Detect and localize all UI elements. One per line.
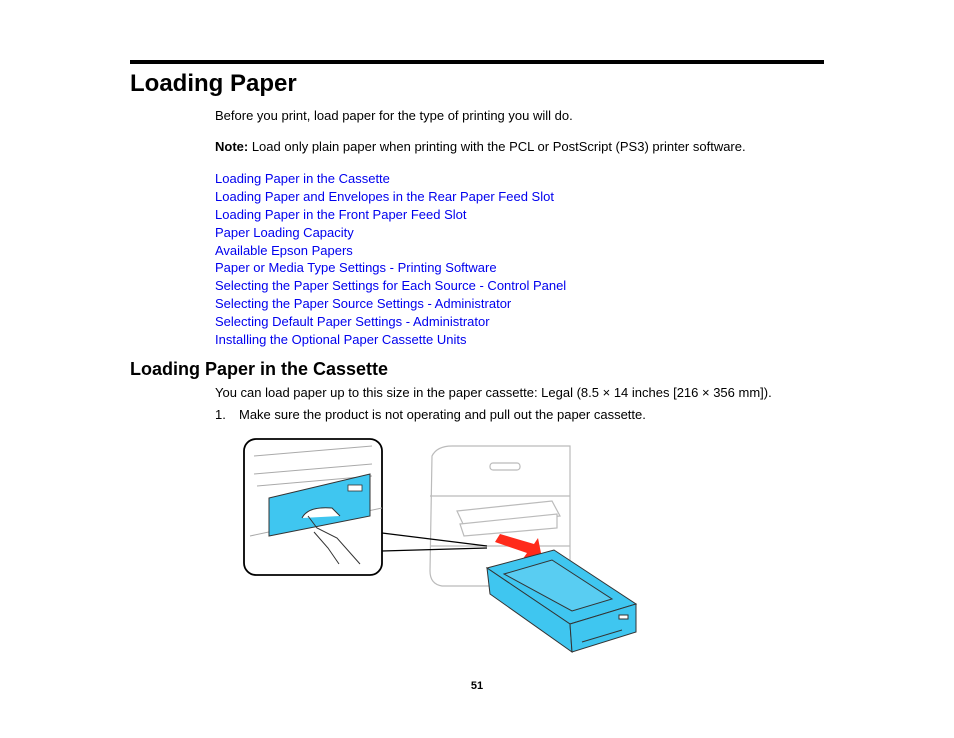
topic-links: Loading Paper in the Cassette Loading Pa… [215,170,566,349]
topic-link-item: Selecting the Paper Settings for Each So… [215,277,566,295]
topic-link-item: Available Epson Papers [215,242,566,260]
note-text: Load only plain paper when printing with… [248,139,746,154]
link-available-epson-papers[interactable]: Available Epson Papers [215,243,353,258]
step-1: 1. Make sure the product is not operating… [215,407,646,422]
link-default-paper-settings-admin[interactable]: Selecting Default Paper Settings - Admin… [215,314,490,329]
link-front-paper-feed-slot[interactable]: Loading Paper in the Front Paper Feed Sl… [215,207,467,222]
note-label: Note: [215,139,249,154]
link-optional-cassette-units[interactable]: Installing the Optional Paper Cassette U… [215,332,466,347]
topic-link-item: Selecting the Paper Source Settings - Ad… [215,295,566,313]
topic-link-item: Paper or Media Type Settings - Printing … [215,259,566,277]
link-paper-loading-capacity[interactable]: Paper Loading Capacity [215,225,354,240]
page-title: Loading Paper [130,70,297,97]
topic-link-item: Installing the Optional Paper Cassette U… [215,331,566,349]
cassette-illustration [243,438,638,654]
step-text: Make sure the product is not operating a… [239,407,646,422]
page-number: 51 [470,680,484,692]
section-body: You can load paper up to this size in th… [215,385,772,400]
link-rear-paper-feed-slot[interactable]: Loading Paper and Envelopes in the Rear … [215,189,554,204]
link-loading-paper-cassette[interactable]: Loading Paper in the Cassette [215,171,390,186]
section-title: Loading Paper in the Cassette [130,359,389,379]
intro-text: Before you print, load paper for the typ… [215,108,573,123]
topic-link-item: Selecting Default Paper Settings - Admin… [215,313,566,331]
step-number: 1. [215,407,226,422]
link-media-type-settings[interactable]: Paper or Media Type Settings - Printing … [215,260,497,275]
paper-cassette [485,549,638,654]
link-paper-source-settings-admin[interactable]: Selecting the Paper Source Settings - Ad… [215,296,511,311]
topic-link-item: Loading Paper in the Cassette [215,170,566,188]
topic-link-item: Loading Paper in the Front Paper Feed Sl… [215,206,566,224]
topic-link-item: Loading Paper and Envelopes in the Rear … [215,188,566,206]
link-paper-settings-control-panel[interactable]: Selecting the Paper Settings for Each So… [215,278,566,293]
topic-link-item: Paper Loading Capacity [215,224,566,242]
title-rule [130,60,824,64]
note: Note: Load only plain paper when printin… [215,139,746,154]
inset-detail [243,438,383,576]
